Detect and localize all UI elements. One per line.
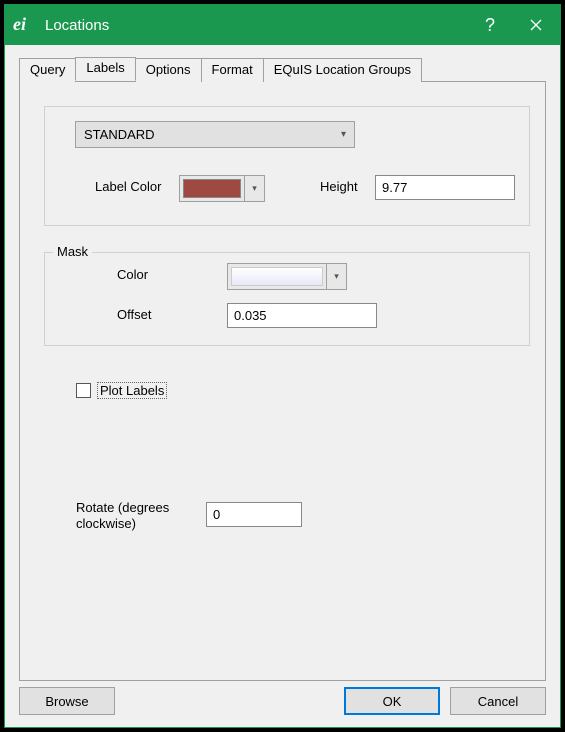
browse-button[interactable]: Browse	[19, 687, 115, 715]
mask-offset-input[interactable]: 0.035	[227, 303, 377, 328]
button-row: Browse OK Cancel	[19, 687, 546, 715]
tab-labels[interactable]: Labels	[75, 57, 135, 81]
close-button[interactable]	[512, 5, 560, 45]
mask-offset-label: Offset	[117, 307, 151, 322]
spacer	[115, 687, 344, 715]
rotate-input[interactable]: 0	[206, 502, 302, 527]
text-style-value: STANDARD	[84, 127, 155, 142]
mask-group: Mask Color ▾ Offset 0.035	[44, 252, 530, 346]
close-icon	[530, 19, 542, 31]
chevron-down-icon: ▾	[341, 129, 346, 140]
height-value: 9.77	[382, 180, 407, 195]
style-group: STANDARD ▾ Label Color ▾ Height 9.77	[44, 106, 530, 226]
mask-offset-value: 0.035	[234, 308, 267, 323]
ok-button[interactable]: OK	[344, 687, 440, 715]
mask-color-label: Color	[117, 267, 148, 282]
dialog-window: ei Locations ? Query Labels Options Form…	[4, 4, 561, 728]
tab-panel-labels: STANDARD ▾ Label Color ▾ Height 9.77 Mas…	[19, 81, 546, 681]
cancel-button[interactable]: Cancel	[450, 687, 546, 715]
tab-query[interactable]: Query	[19, 58, 76, 82]
titlebar: ei Locations ?	[5, 5, 560, 45]
help-button[interactable]: ?	[468, 5, 512, 45]
titlebar-buttons: ?	[468, 5, 560, 45]
height-input[interactable]: 9.77	[375, 175, 515, 200]
window-title: Locations	[45, 17, 468, 34]
mask-legend: Mask	[53, 244, 92, 259]
tab-options[interactable]: Options	[135, 58, 202, 82]
tab-strip: Query Labels Options Format EQuIS Locati…	[19, 58, 546, 82]
rotate-label: Rotate (degrees clockwise)	[76, 500, 186, 532]
mask-color-swatch	[231, 267, 323, 286]
height-label: Height	[320, 179, 358, 194]
app-icon: ei	[13, 14, 35, 36]
tab-equis-location-groups[interactable]: EQuIS Location Groups	[263, 58, 422, 82]
content-area: Query Labels Options Format EQuIS Locati…	[5, 45, 560, 727]
text-style-select[interactable]: STANDARD ▾	[75, 121, 355, 148]
plot-labels-row: Plot Labels	[76, 382, 167, 399]
mask-color-picker[interactable]: ▾	[227, 263, 347, 290]
rotate-value: 0	[213, 507, 220, 522]
chevron-down-icon: ▾	[244, 176, 264, 201]
chevron-down-icon: ▾	[326, 264, 346, 289]
plot-labels-checkbox[interactable]	[76, 383, 91, 398]
label-color-picker[interactable]: ▾	[179, 175, 265, 202]
tab-format[interactable]: Format	[201, 58, 264, 82]
label-color-swatch	[183, 179, 241, 198]
label-color-label: Label Color	[95, 179, 162, 194]
plot-labels-label[interactable]: Plot Labels	[97, 382, 167, 399]
